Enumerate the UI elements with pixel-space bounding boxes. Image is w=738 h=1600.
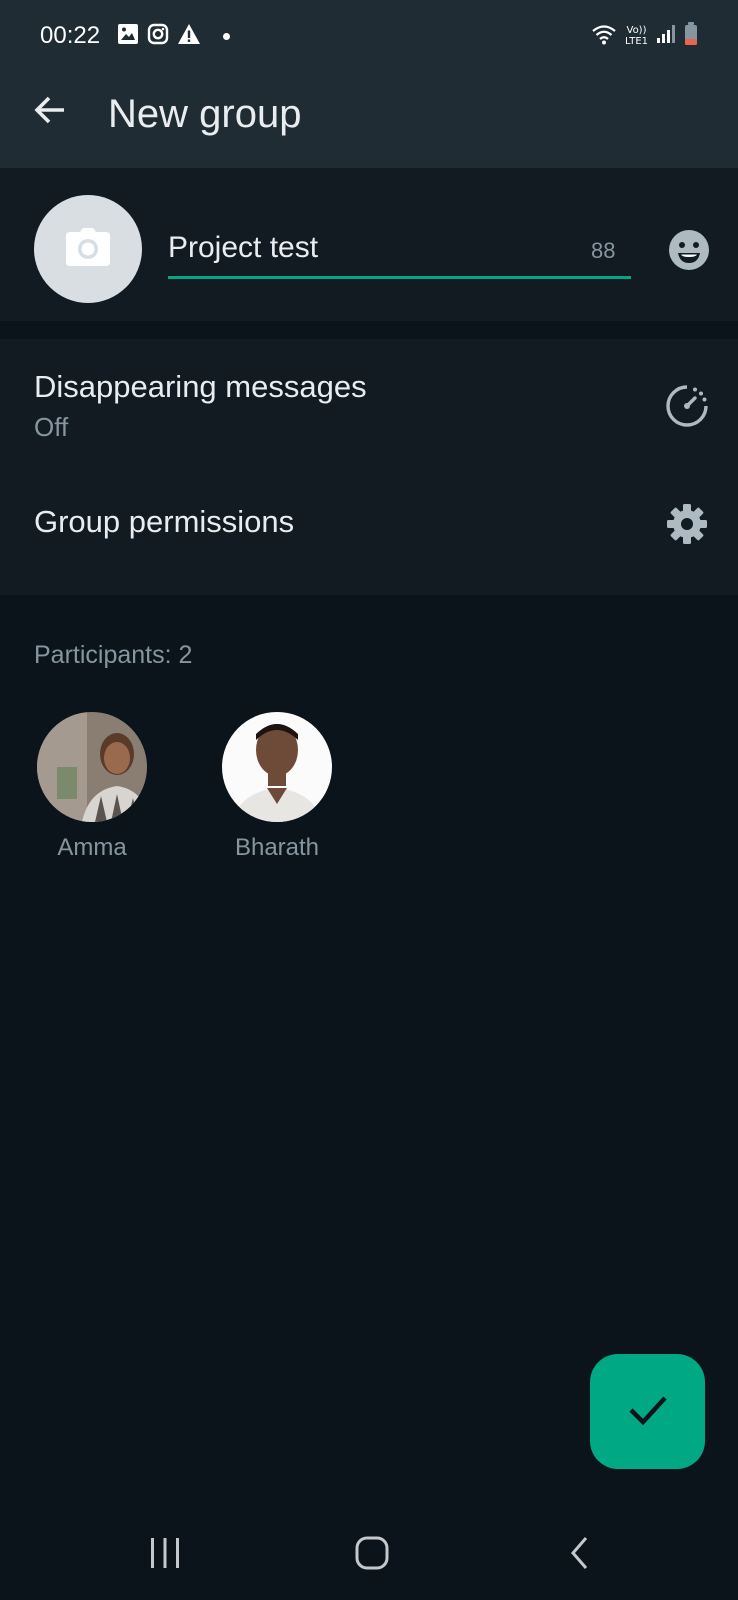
gear-icon <box>664 501 710 547</box>
emoji-icon <box>668 229 710 276</box>
wifi-icon <box>591 23 617 50</box>
home-icon <box>354 1535 390 1576</box>
checkmark-icon <box>626 1387 670 1436</box>
group-name-section: 88 <box>0 168 738 321</box>
page-title: New group <box>108 92 302 136</box>
notification-dot <box>223 32 230 40</box>
emoji-button[interactable] <box>667 229 711 276</box>
group-settings-section: Disappearing messages Off Group permissi… <box>0 339 738 595</box>
remaining-char-count: 88 <box>591 238 616 263</box>
recent-apps-button[interactable] <box>135 1525 195 1585</box>
group-permissions-title: Group permissions <box>34 504 295 539</box>
warning-icon <box>177 23 201 50</box>
system-back-button[interactable] <box>550 1525 610 1585</box>
new-group-screen: 00:22 Vo)) LTE1 New group Project test 8… <box>0 0 738 1600</box>
volte-line2: LTE1 <box>625 36 648 47</box>
disappearing-messages-status: Off <box>34 412 69 442</box>
recent-apps-icon <box>147 1536 183 1575</box>
camera-icon <box>66 227 110 271</box>
group-permissions-row[interactable]: Group permissions <box>0 469 738 595</box>
status-right-icons: Vo)) LTE1 <box>591 21 698 51</box>
gallery-icon <box>117 23 139 50</box>
group-name-underline <box>168 276 631 279</box>
participant-item[interactable]: Amma <box>22 712 162 862</box>
home-button[interactable] <box>342 1525 402 1585</box>
volte-icon: Vo)) LTE1 <box>625 25 648 47</box>
group-photo-button[interactable] <box>34 195 142 303</box>
participant-name: Bharath <box>234 834 320 861</box>
status-time: 00:22 <box>40 22 101 49</box>
system-nav-bar <box>0 1505 738 1600</box>
avatar <box>37 712 147 822</box>
disappearing-timer-icon <box>664 383 710 429</box>
group-name-input[interactable] <box>168 228 578 268</box>
top-bar: 00:22 Vo)) LTE1 New group <box>0 0 738 168</box>
battery-icon <box>684 21 698 51</box>
disappearing-messages-row[interactable]: Disappearing messages Off <box>0 339 738 469</box>
avatar <box>222 712 332 822</box>
confirm-create-group-button[interactable] <box>590 1354 705 1469</box>
volte-line1: Vo)) <box>626 25 647 36</box>
participant-item[interactable]: Bharath <box>207 712 347 862</box>
status-left-icons <box>117 23 230 49</box>
participant-name: Amma <box>57 834 127 861</box>
instagram-icon <box>147 23 169 50</box>
disappearing-messages-title: Disappearing messages <box>34 369 367 404</box>
participants-count-label: Participants: 2 <box>34 641 193 669</box>
signal-icon <box>656 24 676 49</box>
back-button[interactable] <box>26 88 74 136</box>
back-icon <box>566 1535 594 1576</box>
arrow-left-icon <box>32 92 68 133</box>
